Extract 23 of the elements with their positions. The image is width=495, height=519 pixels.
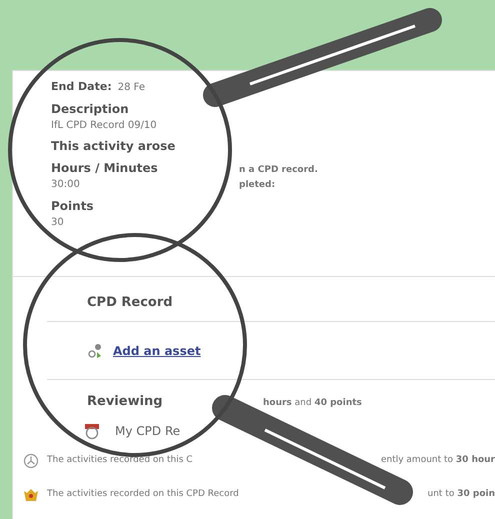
clock-icon [23,452,39,468]
summary-text: hours and 40 points [263,397,362,410]
field-label: End Date: [51,79,112,95]
add-asset-link[interactable]: Add an asset [113,342,201,360]
award-icon [23,488,39,502]
field-label: Description [51,100,129,118]
field-label: Points [51,198,94,214]
section-title: CPD Record [87,295,173,310]
field-value: 28 Fe [118,81,145,95]
field-value: IfL CPD Record 09/10 [51,118,157,132]
calendar-icon [83,422,101,440]
section-title: Reviewing [87,393,164,411]
field-note: n a CPD record. [239,164,318,176]
review-text: The activities recorded on this CPD Record [47,488,239,501]
field-value: 30:00 [51,178,81,192]
field-value: 30 [51,216,64,230]
field-note: pleted: [239,179,276,192]
review-text: unt to 30 poin [428,488,495,501]
review-text: The activities recorded on this C [47,454,193,467]
field-label: This activity arose [51,138,176,154]
review-text: ently amount to 30 hour [380,454,495,467]
field-label: Hours / Minutes [51,160,159,176]
review-text: My CPD Re [115,422,180,440]
